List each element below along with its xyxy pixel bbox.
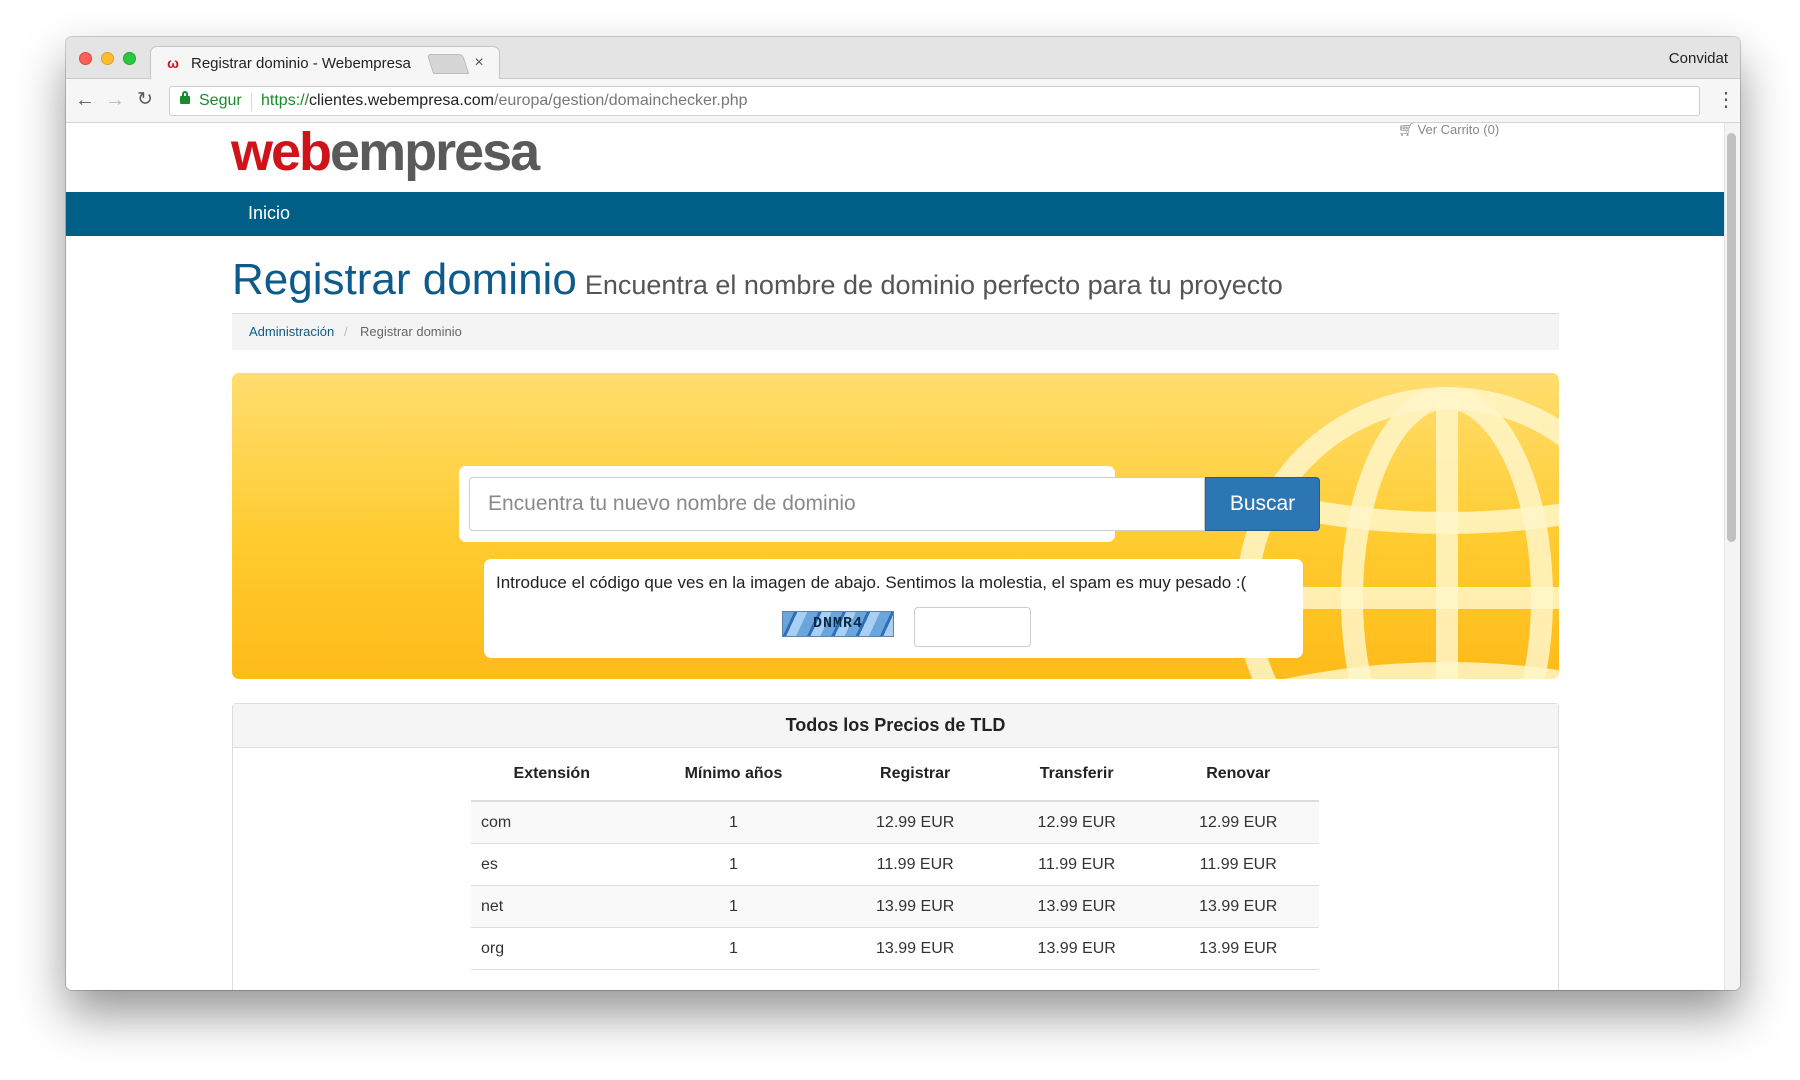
address-separator	[251, 93, 252, 111]
cell-register-price: 12.99 EUR	[834, 801, 996, 844]
column-header: Renovar	[1157, 748, 1319, 802]
cell-transfer-price: 11.99 EUR	[995, 843, 1158, 886]
webempresa-favicon-icon: ω	[167, 55, 179, 71]
guest-profile-label[interactable]: Convidat	[1669, 50, 1728, 67]
scrollbar-thumb[interactable]	[1727, 133, 1736, 542]
cell-min-years: 1	[632, 927, 835, 970]
url-text[interactable]: https://clientes.webempresa.com/europa/g…	[261, 92, 748, 110]
maximize-window-button[interactable]	[123, 52, 136, 65]
view-cart-link[interactable]: 🛒︎ Ver Carrito (0)	[1398, 123, 1499, 138]
column-header: Registrar	[834, 748, 996, 802]
breadcrumb-link-administracion[interactable]: Administración	[249, 324, 334, 339]
reload-icon[interactable]: ↻	[134, 89, 156, 111]
cell-register-price: 11.99 EUR	[834, 843, 996, 886]
column-header: Transferir	[995, 748, 1158, 802]
cell-register-price: 13.99 EUR	[834, 885, 996, 928]
cell-renew-price: 13.99 EUR	[1157, 927, 1319, 970]
column-header: Extensión	[471, 748, 633, 802]
page-subtitle: Encuentra el nombre de dominio perfecto …	[584, 270, 1283, 300]
cell-renew-price: 13.99 EUR	[1157, 885, 1319, 928]
secure-label: Segur	[199, 92, 242, 109]
table-row: com 1 12.99 EUR 12.99 EUR 12.99 EUR	[471, 801, 1319, 844]
lock-icon	[180, 91, 190, 104]
browser-toolbar: ← → ↻ Segur https://clientes.webempresa.…	[66, 79, 1740, 123]
breadcrumb: Administración / Registrar dominio	[232, 314, 1559, 350]
domain-search-hero: Buscar Introduce el código que ves en la…	[232, 373, 1559, 679]
title-bar: ω Registrar dominio - Webempresa × Convi…	[66, 37, 1740, 80]
domain-search-input[interactable]	[469, 477, 1205, 531]
breadcrumb-separator: /	[344, 324, 348, 339]
captcha-box: Introduce el código que ves en la imagen…	[484, 559, 1303, 658]
page-viewport: webempresa 🛒︎ Ver Carrito (0) Inicio Regi…	[66, 123, 1740, 990]
site-header: webempresa 🛒︎ Ver Carrito (0)	[66, 123, 1724, 192]
captcha-instructions: Introduce el código que ves en la imagen…	[496, 573, 1247, 592]
cell-transfer-price: 12.99 EUR	[995, 801, 1158, 844]
webempresa-logo[interactable]: webempresa	[231, 123, 540, 187]
page-scrollbar[interactable]	[1724, 123, 1740, 990]
captcha-image: DNMR4	[782, 611, 894, 637]
search-button[interactable]: Buscar	[1205, 477, 1320, 531]
logo-web-part: web	[231, 123, 332, 182]
cell-min-years: 1	[632, 801, 835, 844]
domain-search-box: Buscar	[459, 466, 1320, 542]
arrow-left-icon[interactable]: ←	[74, 89, 96, 111]
page-title-main: Registrar dominio	[232, 255, 577, 304]
close-window-button[interactable]	[79, 52, 92, 65]
cell-register-price: 13.99 EUR	[834, 927, 996, 970]
cell-renew-price: 11.99 EUR	[1157, 843, 1319, 886]
main-navbar: Inicio	[66, 192, 1724, 236]
captcha-input[interactable]	[914, 607, 1031, 647]
cell-transfer-price: 13.99 EUR	[995, 927, 1158, 970]
cell-extension: org	[471, 927, 633, 970]
table-row: org 1 13.99 EUR 13.99 EUR 13.99 EUR	[471, 927, 1319, 970]
tab-title: Registrar dominio - Webempresa	[191, 55, 411, 72]
table-row: es 1 11.99 EUR 11.99 EUR 11.99 EUR	[471, 843, 1319, 886]
arrow-right-icon[interactable]: →	[104, 89, 126, 111]
cell-transfer-price: 13.99 EUR	[995, 885, 1158, 928]
shopping-cart-icon: 🛒︎	[1398, 123, 1415, 137]
tld-prices-panel: Todos los Precios de TLD Extensión Mínim…	[232, 703, 1559, 990]
cell-renew-price: 12.99 EUR	[1157, 801, 1319, 844]
url-host: clientes.webempresa.com	[309, 92, 494, 109]
cell-min-years: 1	[632, 885, 835, 928]
table-row: net 1 13.99 EUR 13.99 EUR 13.99 EUR	[471, 885, 1319, 928]
table-header-row: Extensión Mínimo años Registrar Transfer…	[471, 748, 1319, 802]
tld-prices-table: Extensión Mínimo años Registrar Transfer…	[471, 748, 1319, 970]
logo-empresa-part: empresa	[330, 123, 540, 182]
url-scheme: https://	[261, 92, 310, 109]
kebab-menu-icon[interactable]: ⋮	[1716, 89, 1736, 111]
cell-min-years: 1	[632, 843, 835, 886]
breadcrumb-current: Registrar dominio	[360, 324, 462, 339]
address-bar[interactable]: Segur https://clientes.webempresa.com/eu…	[169, 86, 1700, 116]
page-title: Registrar dominio Encuentra el nombre de …	[232, 253, 1283, 317]
captcha-code: DNMR4	[812, 615, 863, 632]
tab-close-icon[interactable]: ×	[469, 53, 489, 73]
browser-window: ω Registrar dominio - Webempresa × Convi…	[66, 37, 1740, 990]
cart-label: Ver Carrito (0)	[1417, 123, 1500, 137]
nav-item-inicio[interactable]: Inicio	[248, 203, 290, 224]
new-tab-button[interactable]	[426, 54, 470, 74]
cell-extension: com	[471, 801, 633, 844]
cell-extension: es	[471, 843, 633, 886]
column-header: Mínimo años	[632, 748, 835, 802]
cell-extension: net	[471, 885, 633, 928]
minimize-window-button[interactable]	[101, 52, 114, 65]
tld-prices-heading: Todos los Precios de TLD	[233, 704, 1558, 748]
url-path: /europa/gestion/domainchecker.php	[494, 92, 748, 109]
